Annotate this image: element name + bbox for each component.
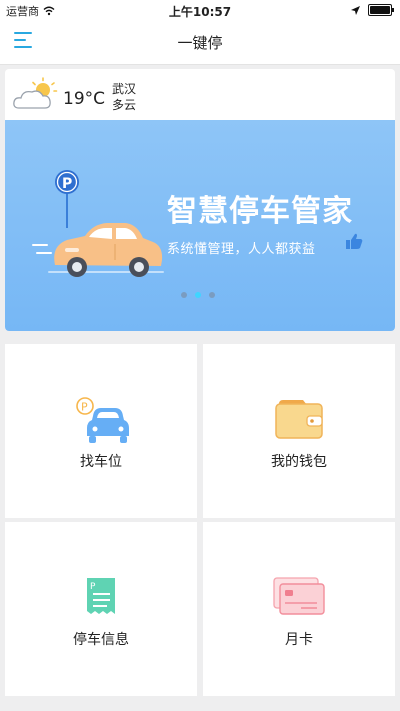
monthly-card-label: 月卡 — [285, 632, 313, 648]
weather-banner-card: 19°C 武汉 多云 P 智慧停车管家 系统懂管理，人人都获益 — [5, 69, 395, 331]
carousel-dot[interactable] — [181, 292, 187, 298]
page-title: 一键停 — [177, 33, 223, 52]
svg-text:P: P — [90, 582, 96, 592]
find-parking-icon: P — [76, 397, 129, 443]
status-bar: 运营商 上午10:57 — [0, 0, 400, 20]
weather-condition: 多云 — [112, 98, 137, 112]
carousel-indicator[interactable] — [181, 292, 215, 298]
monthly-card-icon — [273, 577, 325, 615]
find-parking-label: 找车位 — [80, 454, 122, 470]
parking-info-icon: P — [87, 578, 115, 614]
svg-text:P: P — [81, 401, 88, 414]
svg-text:P: P — [62, 176, 72, 192]
banner-subtitle: 系统懂管理，人人都获益 — [167, 242, 316, 257]
partly-cloudy-icon — [13, 77, 58, 109]
carousel-dot[interactable] — [209, 292, 215, 298]
thumbs-up-icon — [346, 233, 363, 249]
monthly-card-tile[interactable]: 月卡 — [203, 522, 395, 696]
location-arrow-icon — [351, 5, 360, 15]
wallet-tile[interactable]: 我的钱包 — [203, 344, 395, 518]
temperature: 19°C — [63, 89, 106, 109]
banner-car-illustration: P — [32, 170, 164, 277]
parking-info-tile[interactable]: P 停车信息 — [5, 522, 197, 696]
promo-banner[interactable]: P 智慧停车管家 系统懂管理，人人都获益 — [5, 120, 395, 331]
wallet-label: 我的钱包 — [271, 454, 327, 470]
weather-location: 武汉 多云 — [112, 81, 136, 113]
battery-icon — [368, 4, 394, 16]
carousel-dot-active[interactable] — [195, 292, 201, 298]
navigation-bar: 一键停 — [0, 20, 400, 65]
status-right — [351, 4, 394, 16]
status-time: 上午10:57 — [168, 5, 232, 19]
find-parking-tile[interactable]: P 找车位 — [5, 344, 197, 518]
parking-info-label: 停车信息 — [73, 632, 129, 648]
menu-icon[interactable] — [14, 32, 34, 48]
weather-widget: 19°C 武汉 多云 — [5, 69, 395, 119]
wallet-icon — [275, 400, 323, 439]
banner-slogan: 智慧停车管家 — [167, 194, 353, 229]
city-name: 武汉 — [112, 82, 137, 96]
